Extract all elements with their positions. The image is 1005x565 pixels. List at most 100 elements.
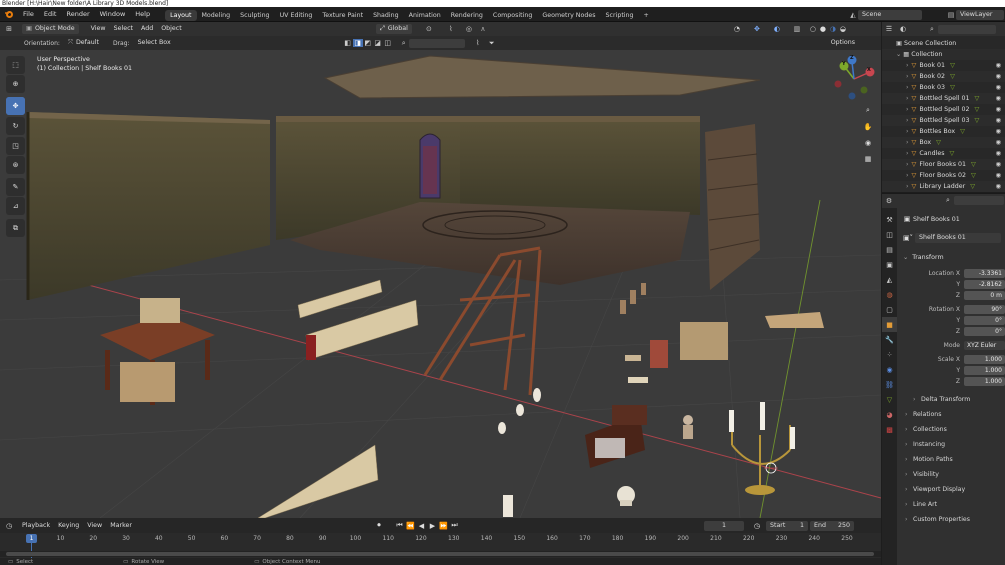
- tool-tab-icon[interactable]: ⚒: [882, 212, 897, 227]
- prev-keyframe-icon[interactable]: ⏪: [405, 522, 416, 530]
- location-y-field[interactable]: -2.8162: [964, 280, 1005, 289]
- falloff-icon[interactable]: ∧: [476, 25, 490, 33]
- panel-relations[interactable]: Relations: [897, 407, 1005, 422]
- rotation-y-field[interactable]: 0°: [964, 316, 1005, 325]
- overlay-toggle-icon[interactable]: ◐: [770, 25, 784, 33]
- visibility-eye-icon[interactable]: ◉: [996, 126, 1002, 137]
- visibility-eye-icon[interactable]: ◉: [996, 82, 1002, 93]
- menu-select[interactable]: Select: [110, 24, 137, 34]
- output-tab-icon[interactable]: ▤: [882, 242, 897, 257]
- view-layer-tab-icon[interactable]: ▣: [882, 257, 897, 272]
- rotation-z-field[interactable]: 0°: [964, 327, 1005, 336]
- panel-visibility[interactable]: Visibility: [897, 467, 1005, 482]
- end-frame-field[interactable]: End 250: [809, 520, 854, 531]
- outliner-item[interactable]: › ▽ Box ▽ ◉: [882, 137, 1005, 148]
- tab-compositing[interactable]: Compositing: [488, 10, 537, 21]
- jump-end-icon[interactable]: ⏭: [449, 521, 460, 530]
- grid-icon[interactable]: ▦: [861, 152, 875, 166]
- menu-timeline-view[interactable]: View: [83, 521, 106, 531]
- scale-z-field[interactable]: 1.000: [964, 377, 1005, 386]
- tab-scripting[interactable]: Scripting: [601, 10, 639, 21]
- play-icon[interactable]: ▶: [427, 522, 438, 530]
- render-tab-icon[interactable]: ◫: [882, 227, 897, 242]
- expand-arrow-icon[interactable]: ›: [906, 84, 909, 91]
- collection-tab-icon[interactable]: ▢: [882, 302, 897, 317]
- visibility-icon[interactable]: ◔: [730, 25, 744, 33]
- mode-selector[interactable]: ▣ Object Mode: [22, 24, 79, 34]
- outliner-collection[interactable]: ⌄ ▦ Collection: [882, 49, 1005, 60]
- select-mode-subtract-icon[interactable]: ◩: [363, 39, 373, 47]
- visibility-eye-icon[interactable]: ◉: [996, 115, 1002, 126]
- tab-animation[interactable]: Animation: [404, 10, 446, 21]
- visibility-eye-icon[interactable]: ◉: [996, 159, 1002, 170]
- expand-arrow-icon[interactable]: ›: [906, 150, 909, 157]
- camera-icon[interactable]: ◉: [861, 136, 875, 150]
- menu-edit[interactable]: Edit: [39, 7, 62, 22]
- tool-measure[interactable]: ⊿: [6, 197, 25, 215]
- scale-y-field[interactable]: 1.000: [964, 366, 1005, 375]
- navigation-gizmo[interactable]: [830, 54, 878, 104]
- location-x-field[interactable]: -3.3361: [964, 269, 1005, 278]
- data-tab-icon[interactable]: ▽: [882, 392, 897, 407]
- timeline-editor-icon[interactable]: ◷: [0, 522, 18, 530]
- tool-add-cube[interactable]: ⧉: [6, 219, 25, 237]
- tool-transform[interactable]: ⊛: [6, 156, 25, 174]
- location-z-field[interactable]: 0 m: [964, 291, 1005, 300]
- shading-rendered-icon[interactable]: ◒: [838, 25, 848, 33]
- select-mode-intersect-icon[interactable]: ◫: [383, 39, 393, 47]
- transform-panel-header[interactable]: ⌄ Transform: [897, 250, 1005, 264]
- 3d-viewport[interactable]: [0, 50, 881, 518]
- outliner-item[interactable]: › ▽ Bottled Spell 02 ▽ ◉: [882, 104, 1005, 115]
- orientation-dropdown[interactable]: ⤧ Default: [64, 38, 103, 48]
- outliner-item[interactable]: › ▽ Library Ladder ▽ ◉: [882, 181, 1005, 192]
- tool-move[interactable]: ✥: [6, 97, 25, 115]
- view-layer-name[interactable]: ViewLayer: [956, 9, 1004, 20]
- gizmo-toggle-icon[interactable]: ✥: [750, 25, 764, 33]
- tool-rotate[interactable]: ↻: [6, 117, 25, 135]
- tool-scale[interactable]: ◳: [6, 137, 25, 155]
- scale-x-field[interactable]: 1.000: [964, 355, 1005, 364]
- tab-modeling[interactable]: Modeling: [197, 10, 236, 21]
- editor-type-icon[interactable]: ⊞: [0, 25, 18, 33]
- expand-arrow-icon[interactable]: ›: [906, 172, 909, 179]
- menu-add[interactable]: Add: [137, 24, 157, 34]
- outliner-search[interactable]: [938, 24, 996, 34]
- menu-playback[interactable]: Playback: [18, 521, 54, 531]
- properties-search[interactable]: [954, 196, 1004, 205]
- panel-viewport-display[interactable]: Viewport Display: [897, 482, 1005, 497]
- outliner-item[interactable]: › ▽ Floor Books 01 ▽ ◉: [882, 159, 1005, 170]
- filter-icon[interactable]: ⏷: [485, 39, 499, 48]
- playhead[interactable]: 1: [26, 534, 37, 543]
- object-selector-field[interactable]: Shelf Books 01: [915, 232, 1001, 243]
- outliner-item[interactable]: › ▽ Bottled Spell 01 ▽ ◉: [882, 93, 1005, 104]
- visibility-eye-icon[interactable]: ◉: [996, 104, 1002, 115]
- panel-custom-properties[interactable]: Custom Properties: [897, 512, 1005, 527]
- panel-motion-paths[interactable]: Motion Paths: [897, 452, 1005, 467]
- modifier-tab-icon[interactable]: 🔧: [882, 332, 897, 347]
- visibility-eye-icon[interactable]: ◉: [996, 137, 1002, 148]
- expand-arrow-icon[interactable]: ›: [906, 117, 909, 124]
- panel-collections[interactable]: Collections: [897, 422, 1005, 437]
- menu-render[interactable]: Render: [61, 7, 94, 22]
- tool-annotate[interactable]: ✎: [6, 178, 25, 196]
- object-tab-icon[interactable]: ■: [882, 317, 897, 332]
- visibility-eye-icon[interactable]: ◉: [996, 148, 1002, 159]
- expand-arrow-icon[interactable]: ›: [906, 139, 909, 146]
- select-mode-invert-icon[interactable]: ◪: [373, 39, 383, 47]
- start-frame-field[interactable]: Start 1: [765, 520, 808, 531]
- expand-arrow-icon[interactable]: ›: [906, 95, 909, 102]
- outliner-item[interactable]: › ▽ Bottled Spell 03 ▽ ◉: [882, 115, 1005, 126]
- tool-cursor[interactable]: ⊕: [6, 75, 25, 93]
- texture-tab-icon[interactable]: ▩: [882, 422, 897, 437]
- expand-arrow-icon[interactable]: ›: [906, 106, 909, 113]
- add-workspace-button[interactable]: +: [639, 10, 654, 21]
- menu-view[interactable]: View: [87, 24, 110, 34]
- next-keyframe-icon[interactable]: ⏩: [438, 522, 449, 530]
- snap-icon[interactable]: ⌇: [444, 25, 458, 33]
- tab-uv-editing[interactable]: UV Editing: [275, 10, 318, 21]
- timeline-scrollbar-thumb[interactable]: [6, 552, 874, 556]
- clock-icon[interactable]: ◷: [750, 522, 764, 530]
- tab-texture-paint[interactable]: Texture Paint: [317, 10, 368, 21]
- xray-icon[interactable]: ▥: [790, 25, 804, 33]
- zoom-icon[interactable]: ⌕: [861, 103, 875, 117]
